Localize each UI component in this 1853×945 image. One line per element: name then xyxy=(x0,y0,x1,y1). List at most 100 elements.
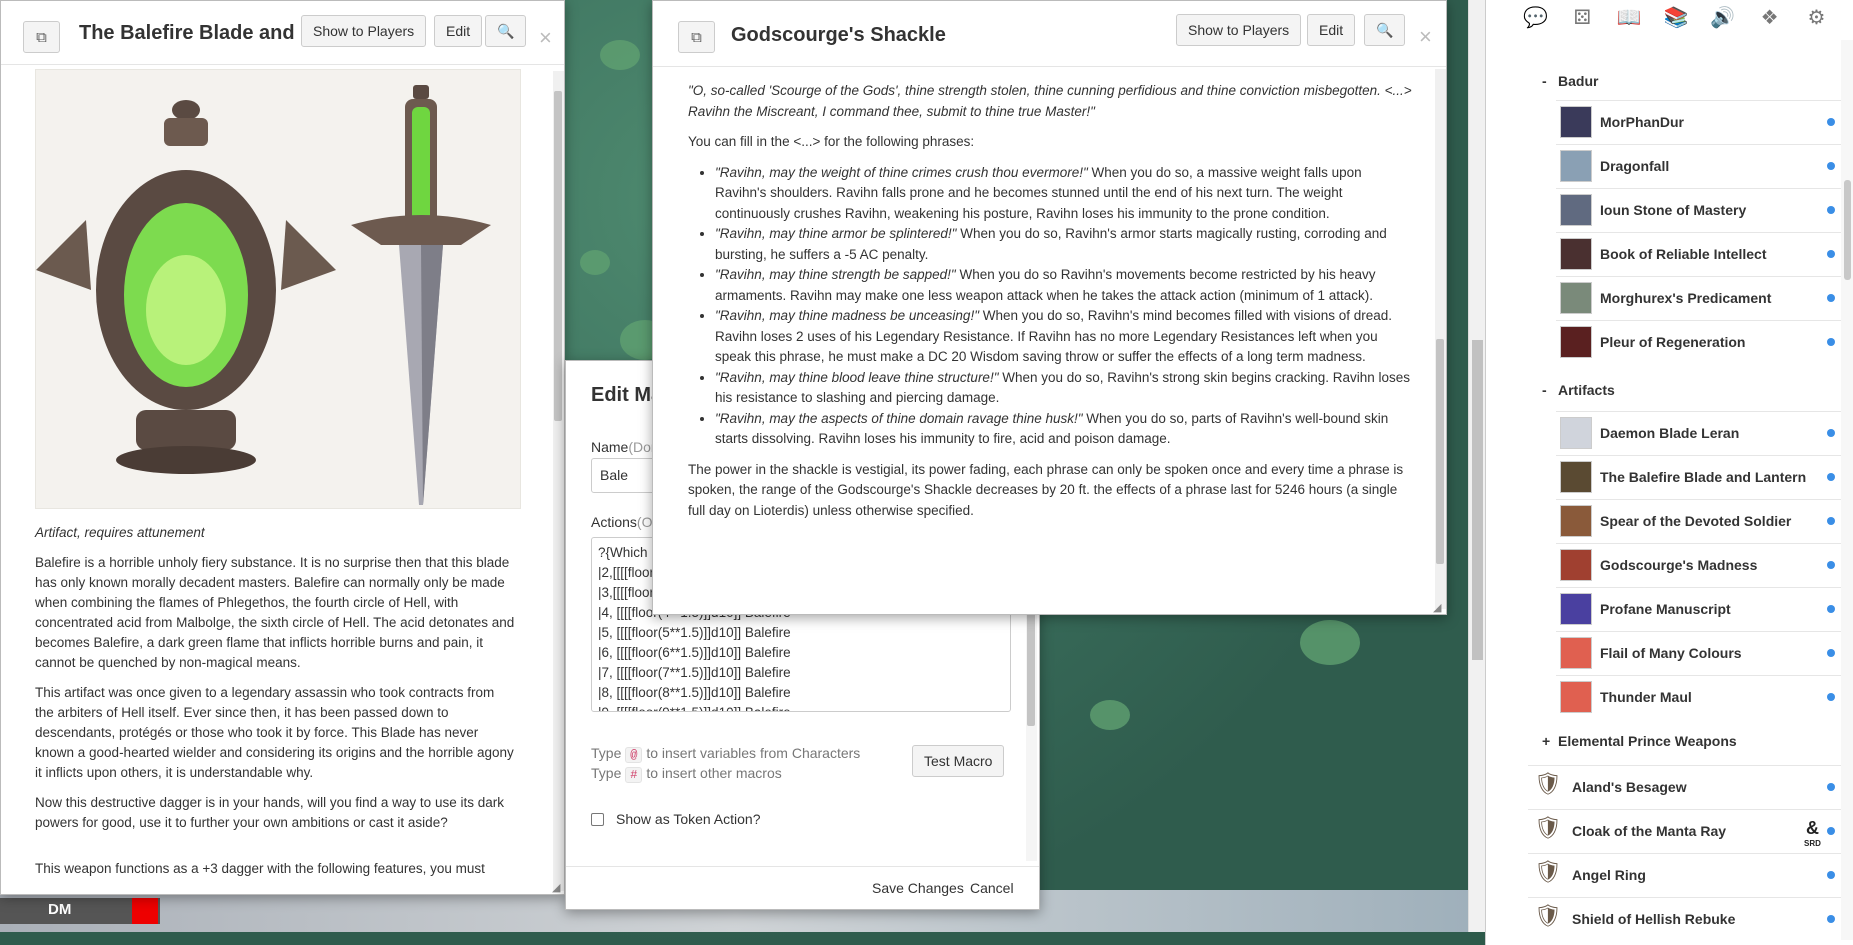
search-button[interactable]: 🔍 xyxy=(1364,14,1406,46)
journal-item[interactable]: Flail of Many Colours xyxy=(1556,631,1841,674)
journal-item[interactable]: Ioun Stone of Mastery xyxy=(1556,188,1841,231)
folder-label: Artifacts xyxy=(1558,382,1615,398)
status-dot xyxy=(1827,605,1835,613)
item-thumbnail xyxy=(1560,326,1592,358)
status-dot xyxy=(1827,915,1835,923)
journal-item-name: Pleur of Regeneration xyxy=(1600,334,1746,350)
phrase-item: "Ravihn, may thine blood leave thine str… xyxy=(715,368,1413,409)
journal-item[interactable]: 🛡 Aland's Besagew xyxy=(1528,765,1841,808)
player-color-swatch[interactable] xyxy=(132,898,158,924)
paragraph: You can fill in the <...> for the follow… xyxy=(688,134,975,149)
status-dot xyxy=(1827,162,1835,170)
journal-item-name: Cloak of the Manta Ray xyxy=(1572,823,1727,839)
save-changes-button[interactable]: Save Changes xyxy=(872,880,964,896)
test-macro-button[interactable]: Test Macro xyxy=(912,745,1005,777)
actions-label-text: Actions xyxy=(591,514,637,530)
gear-icon[interactable]: ⚙ xyxy=(1802,3,1830,31)
chat-icon[interactable]: 💬 xyxy=(1521,3,1549,31)
journal-item[interactable]: Profane Manuscript xyxy=(1556,587,1841,630)
item-thumbnail xyxy=(1560,282,1592,314)
journal-item[interactable]: Godscourge's Madness xyxy=(1556,543,1841,586)
compendium-icon[interactable]: 📚 xyxy=(1662,3,1690,31)
paragraph: This artifact was once given to a legend… xyxy=(35,685,514,780)
scrollbar[interactable] xyxy=(1435,69,1446,609)
journal-item[interactable]: Daemon Blade Leran xyxy=(1556,411,1841,454)
scrollbar[interactable] xyxy=(553,71,564,891)
popout-button[interactable]: ⧉ xyxy=(23,21,60,53)
srd-logo: & xyxy=(1805,818,1819,838)
item-thumbnail xyxy=(1560,194,1592,226)
paragraph: The power in the shackle is vestigial, i… xyxy=(688,461,1404,518)
item-thumbnail xyxy=(1560,637,1592,669)
folder-badur[interactable]: - Badur xyxy=(1542,73,1598,89)
collapse-icon[interactable]: - xyxy=(1542,382,1558,398)
item-thumbnail: 🛡 xyxy=(1534,815,1562,840)
journal-item[interactable]: Thunder Maul xyxy=(1556,675,1841,718)
resize-handle-icon[interactable]: ◢ xyxy=(1433,601,1445,614)
phrase-list: "Ravihn, may the weight of thine crimes … xyxy=(715,163,1413,450)
edit-button[interactable]: Edit xyxy=(1307,14,1356,46)
paragraph: "O, so-called 'Scourge of the Gods', thi… xyxy=(688,83,1412,119)
popout-button[interactable]: ⧉ xyxy=(678,21,715,53)
journal-item[interactable]: Morghurex's Predicament xyxy=(1556,276,1841,319)
hint-code: # xyxy=(625,767,643,783)
sidebar-tabs: 💬 ⚄ 📖 📚 🔊 ❖ ⚙ xyxy=(1486,0,1853,34)
phrase-quote: "Ravihn, may thine armor be splintered!" xyxy=(715,226,957,241)
scroll-thumb[interactable] xyxy=(554,91,562,421)
scroll-thumb[interactable] xyxy=(1844,180,1851,280)
journal-item-name: Morghurex's Predicament xyxy=(1600,290,1772,306)
collection-icon[interactable]: ❖ xyxy=(1756,3,1784,31)
hint-text: Type xyxy=(591,745,622,761)
phrase-item: "Ravihn, may thine armor be splintered!"… xyxy=(715,224,1413,265)
show-to-players-button[interactable]: Show to Players xyxy=(1176,14,1302,46)
srd-badge: & SRD xyxy=(1804,818,1821,852)
status-dot xyxy=(1827,871,1835,879)
journal-icon[interactable]: 📖 xyxy=(1615,3,1643,31)
show-to-players-button[interactable]: Show to Players xyxy=(301,15,427,47)
popout-icon: ⧉ xyxy=(691,28,702,46)
godscourge-item-dialog: ⧉ Godscourge's Shackle Show to Players E… xyxy=(652,0,1447,615)
dialog-title: The Balefire Blade and L xyxy=(79,22,301,44)
folder-elemental[interactable]: + Elemental Prince Weapons xyxy=(1542,733,1737,749)
paragraph: Now this destructive dagger is in your h… xyxy=(35,795,504,830)
edit-button[interactable]: Edit xyxy=(434,15,483,47)
sidebar-scrollbar[interactable] xyxy=(1841,40,1853,940)
journal-item-name: Angel Ring xyxy=(1572,867,1646,883)
status-dot xyxy=(1827,649,1835,657)
journal-item[interactable]: 🛡 Angel Ring xyxy=(1528,853,1841,896)
folder-artifacts[interactable]: - Artifacts xyxy=(1542,382,1615,398)
scroll-thumb[interactable] xyxy=(1436,339,1444,564)
dialog-body: Artifact, requires attunement Balefire i… xyxy=(1,66,566,896)
item-thumbnail xyxy=(1560,549,1592,581)
journal-item[interactable]: MorPhanDur xyxy=(1556,100,1841,143)
status-dot xyxy=(1827,294,1835,302)
journal-item[interactable]: Book of Reliable Intellect xyxy=(1556,232,1841,275)
jukebox-icon[interactable]: 🔊 xyxy=(1709,3,1737,31)
page-scrollbar[interactable] xyxy=(1468,0,1485,932)
journal-item-name: Dragonfall xyxy=(1600,158,1670,174)
collapse-icon[interactable]: - xyxy=(1542,73,1558,89)
phrase-quote: "Ravihn, may thine strength be sapped!" xyxy=(715,267,956,282)
status-dot xyxy=(1827,783,1835,791)
journal-item[interactable]: 🛡 Shield of Hellish Rebuke xyxy=(1528,897,1841,940)
cancel-button[interactable]: Cancel xyxy=(970,880,1014,896)
resize-handle-icon[interactable]: ◢ xyxy=(552,881,564,894)
journal-item-name: Profane Manuscript xyxy=(1600,601,1731,617)
token-action-checkbox[interactable] xyxy=(591,812,604,826)
journal-item[interactable]: Pleur of Regeneration xyxy=(1556,320,1841,363)
dice-icon[interactable]: ⚄ xyxy=(1568,3,1596,31)
expand-icon[interactable]: + xyxy=(1542,733,1558,749)
close-icon[interactable]: × xyxy=(539,25,552,51)
scroll-thumb[interactable] xyxy=(1472,340,1483,660)
item-description: "O, so-called 'Scourge of the Gods', thi… xyxy=(688,81,1413,531)
journal-item[interactable]: Spear of the Devoted Soldier xyxy=(1556,499,1841,542)
journal-item[interactable]: The Balefire Blade and Lantern xyxy=(1556,455,1841,498)
dialog-title: Godscourge's Shackle xyxy=(731,24,946,46)
close-icon[interactable]: × xyxy=(1419,24,1432,50)
search-button[interactable]: 🔍 xyxy=(485,15,527,47)
token-action-row[interactable]: Show as Token Action? xyxy=(591,811,761,827)
item-thumbnail xyxy=(1560,461,1592,493)
journal-item[interactable]: 🛡 Cloak of the Manta Ray xyxy=(1528,809,1841,852)
journal-item[interactable]: Dragonfall xyxy=(1556,144,1841,187)
status-dot xyxy=(1827,827,1835,835)
